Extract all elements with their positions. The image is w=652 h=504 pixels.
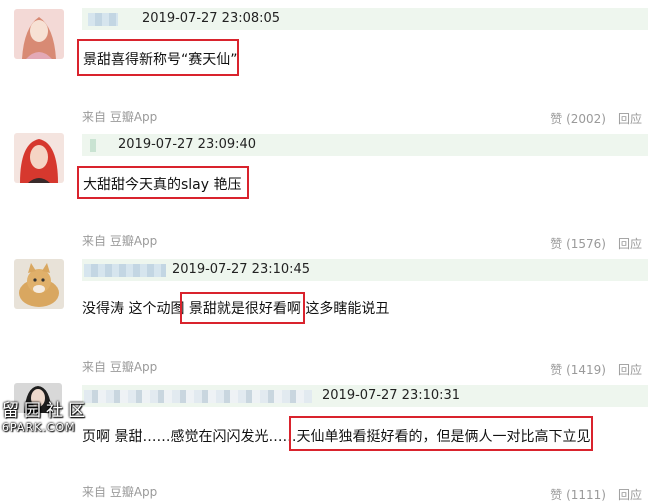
like-button[interactable]: 赞 (1419) [550,363,606,377]
username-blurred[interactable] [84,264,166,277]
username-blurred[interactable] [90,139,96,152]
comment-actions: 赞 (1111) 回应 [550,486,642,503]
comment-text: 大甜甜今天真的slay 艳压 [83,177,242,193]
username-blurred[interactable] [88,13,118,26]
like-button[interactable]: 赞 (1576) [550,237,606,251]
site-watermark: 留园社区 6PARK.COM [2,401,90,434]
watermark-line1: 留园社区 [2,401,90,421]
comment-timestamp: 2019-07-27 23:10:31 [322,388,461,403]
comment-source: 来自 豆瓣App [82,234,158,248]
comment-text-after: 这多瞎能说丑 [300,301,390,317]
watermark-line2: 6PARK.COM [2,421,76,434]
comment-timestamp: 2019-07-27 23:09:40 [118,137,257,152]
user-avatar-image [14,133,64,183]
comment-source: 来自 豆瓣App [82,360,158,374]
reply-button[interactable]: 回应 [618,112,642,126]
avatar[interactable] [14,133,64,183]
like-button[interactable]: 赞 (2002) [550,112,606,126]
comment-meta-bar: 2019-07-27 23:09:40 [82,134,648,156]
comment-text-before: 没得涛 这个动图 [82,301,189,317]
highlight-box [180,292,305,324]
comment-timestamp: 2019-07-27 23:08:05 [142,11,281,26]
comment-actions: 赞 (1576) 回应 [550,235,642,252]
reply-button[interactable]: 回应 [618,488,642,502]
user-avatar-image [14,9,64,59]
comment-source: 来自 豆瓣App [82,110,158,124]
comment-timestamp: 2019-07-27 23:10:45 [172,262,311,277]
highlight-box [289,416,593,451]
reply-button[interactable]: 回应 [618,237,642,251]
comment-meta-bar: 2019-07-27 23:08:05 [82,8,648,30]
comment-actions: 赞 (1419) 回应 [550,361,642,378]
comment-meta-bar: 2019-07-27 23:10:31 [82,385,648,407]
comment-actions: 赞 (2002) 回应 [550,110,642,127]
comment-text-before: 页啊 景甜……感觉在闪闪发光…… [82,429,297,445]
avatar[interactable] [14,259,64,309]
comment-source: 来自 豆瓣App [82,485,158,499]
like-button[interactable]: 赞 (1111) [550,488,606,502]
comment-text: 景甜喜得新称号“赛天仙” [83,52,238,68]
avatar[interactable] [14,9,64,59]
reply-button[interactable]: 回应 [618,363,642,377]
comment-meta-bar: 2019-07-27 23:10:45 [82,259,648,281]
username-blurred[interactable] [84,390,312,403]
user-avatar-image [14,259,64,309]
